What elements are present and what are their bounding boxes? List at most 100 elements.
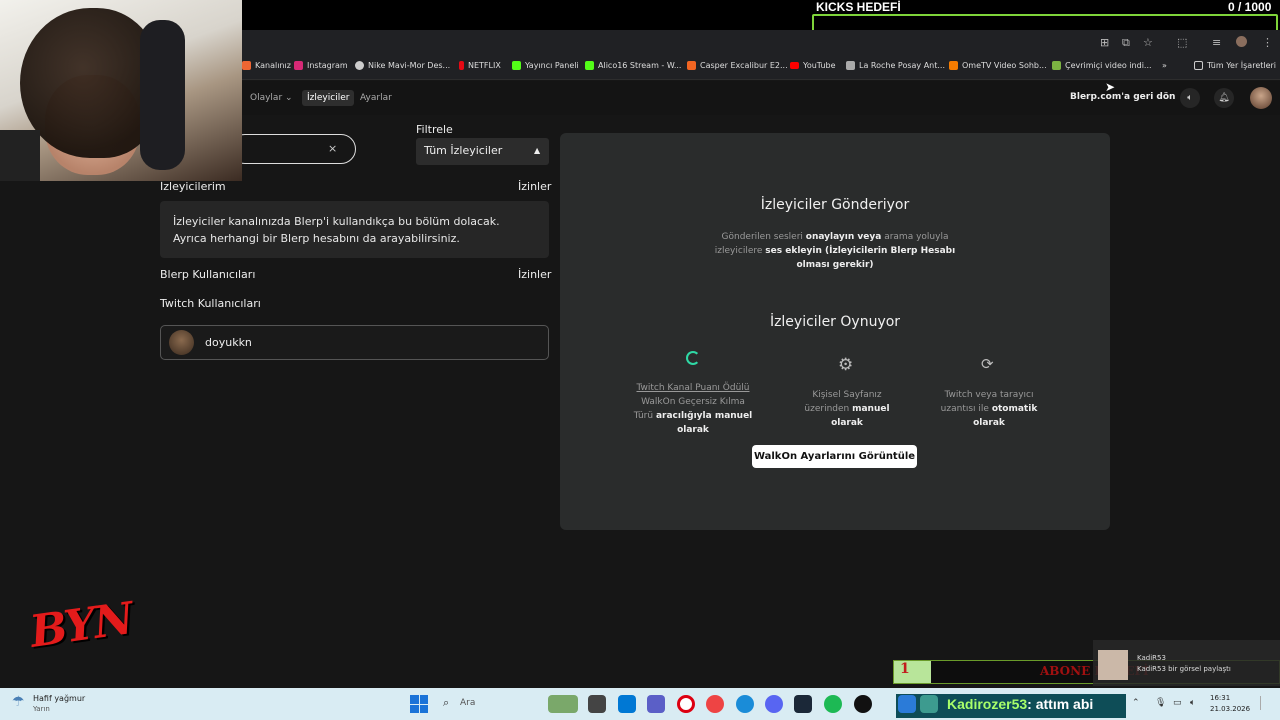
tab-olaylar[interactable]: Olaylar ⌄ xyxy=(245,90,298,106)
bookmark-casper[interactable]: Casper Excalibur E2... xyxy=(687,61,788,70)
bookmark-youtube[interactable]: YouTube xyxy=(790,61,836,70)
hb-icon xyxy=(687,61,696,70)
weather-subtitle: Yarın xyxy=(33,705,50,713)
globe-icon xyxy=(355,61,364,70)
discord-icon[interactable] xyxy=(765,695,783,713)
sending-description: Gönderilen sesleri onaylayın veya arama … xyxy=(714,232,956,270)
heading-viewers-sending: İzleyiciler Gönderiyor xyxy=(760,197,910,213)
avatar[interactable] xyxy=(1250,87,1272,109)
bookmarks-overflow[interactable]: » xyxy=(1162,61,1167,70)
tab-izleyiciler[interactable]: İzleyiciler xyxy=(302,90,355,106)
permissions-link[interactable]: İzinler xyxy=(518,180,551,193)
bell-icon[interactable]: 🔔︎ xyxy=(1214,88,1234,108)
bookmark-label: Alico16 Stream - W... xyxy=(598,61,682,70)
clock-date[interactable]: 21.03.2026 xyxy=(1210,705,1250,713)
notification-message: KadiR53 bir görsel paylaştı xyxy=(1137,665,1231,673)
bookmark-kanaliniz[interactable]: Kanalınız xyxy=(242,61,291,70)
clock-time[interactable]: 16:31 xyxy=(1210,694,1230,702)
search-highlight-icon xyxy=(548,695,578,713)
opera-icon[interactable] xyxy=(677,695,695,713)
cross-icon xyxy=(846,61,855,70)
close-icon[interactable]: × xyxy=(328,142,337,155)
tab-ayarlar[interactable]: Ayarlar xyxy=(355,90,397,106)
outlook-icon[interactable] xyxy=(618,695,636,713)
kicks-goal-count: 0 / 1000 xyxy=(1228,0,1272,14)
chat-user: Kadirozer53 xyxy=(947,696,1028,712)
bookmark-label: NETFLIX xyxy=(468,61,501,70)
bookmark-yayinci-paneli[interactable]: Yayıncı Paneli xyxy=(512,61,579,70)
back-to-blerp-link[interactable]: Blerp.com'a geri dön xyxy=(1070,92,1175,102)
profile-icon[interactable] xyxy=(1236,36,1247,47)
bookmark-instagram[interactable]: Instagram xyxy=(294,61,348,70)
bookmark-laroche[interactable]: La Roche Posay Ant... xyxy=(846,61,945,70)
view-walkon-settings-button[interactable]: WalkOn Ayarlarını Görüntüle xyxy=(752,445,917,468)
task-view-icon[interactable] xyxy=(588,695,606,713)
volume-icon[interactable]: 🔈︎ xyxy=(1190,698,1195,708)
headset-icon xyxy=(140,20,185,170)
rain-icon[interactable]: ☂ xyxy=(12,694,25,710)
media-icon[interactable]: ≡ xyxy=(1212,36,1221,49)
extensions-icon[interactable]: ⬚ xyxy=(1177,36,1187,49)
steam-icon[interactable] xyxy=(794,695,812,713)
gear-icon: ⚙ xyxy=(838,355,854,375)
bookmark-ometv[interactable]: OmeTV Video Sohb... xyxy=(949,61,1047,70)
info-panel xyxy=(560,133,1110,530)
edge-icon[interactable] xyxy=(736,695,754,713)
filter-label: Filtrele xyxy=(416,123,453,136)
taskbar-search[interactable]: Ara xyxy=(460,698,475,708)
mic-icon[interactable]: 🎙︎ xyxy=(1155,698,1166,708)
abone-goal-count: 1 xyxy=(894,661,931,683)
show-desktop-button[interactable] xyxy=(1260,696,1270,710)
volume-icon[interactable]: 🔈︎ xyxy=(1180,88,1200,108)
chevron-up-icon[interactable]: ⌃ xyxy=(1132,698,1140,708)
kick-icon xyxy=(512,61,521,70)
bookmark-nike[interactable]: Nike Mavi-Mor Des... xyxy=(355,61,450,70)
teams-icon[interactable] xyxy=(647,695,665,713)
permissions-link-2[interactable]: İzinler xyxy=(518,268,551,281)
download-icon xyxy=(1052,61,1061,70)
star-icon[interactable]: ☆ xyxy=(1143,36,1153,49)
network-icon[interactable]: ▭ xyxy=(1173,698,1182,708)
bookmark-all[interactable]: Tüm Yer İşaretleri xyxy=(1194,61,1276,70)
bookmark-label: Kanalınız xyxy=(255,61,291,70)
folder-icon xyxy=(1194,61,1203,70)
chat-text: : attım abi xyxy=(1027,696,1094,712)
bookmark-label: Casper Excalibur E2... xyxy=(700,61,788,70)
menu-icon[interactable]: ⋮ xyxy=(1262,36,1273,49)
spotify-icon[interactable] xyxy=(824,695,842,713)
weather-title[interactable]: Hafif yağmur xyxy=(33,694,85,703)
user-name: doyukkn xyxy=(205,336,252,349)
bookmark-label: Nike Mavi-Mor Des... xyxy=(368,61,451,70)
cast-icon[interactable]: ⧉ xyxy=(1122,36,1130,50)
bookmark-label: OmeTV Video Sohb... xyxy=(962,61,1047,70)
instagram-icon xyxy=(294,61,303,70)
youtube-icon xyxy=(790,62,799,69)
translate-icon[interactable]: ⊞ xyxy=(1100,36,1109,49)
bookmark-label: Çevrimiçi video indi... xyxy=(1065,61,1152,70)
bookmark-netflix[interactable]: NETFLIX xyxy=(459,61,501,70)
byn-logo: BYN xyxy=(26,593,136,658)
app-icon[interactable] xyxy=(898,695,916,713)
bookmark-icon xyxy=(242,61,251,70)
sync-icon: ⟳ xyxy=(981,355,994,373)
bookmark-video-indir[interactable]: Çevrimiçi video indi... xyxy=(1052,61,1152,70)
webcam-chair xyxy=(0,130,40,181)
overflow-chevron-icon: » xyxy=(1162,61,1167,70)
info-box: İzleyiciler kanalınızda Blerp'i kullandı… xyxy=(160,201,549,258)
windows-start-icon[interactable] xyxy=(410,695,428,713)
walkon-method-2: Kişisel Sayfanız üzerinden manuel olarak xyxy=(804,390,890,428)
app-icon[interactable] xyxy=(920,695,938,713)
search-icon[interactable]: ⌕ xyxy=(443,696,449,710)
chrome-icon[interactable] xyxy=(706,695,724,713)
avatar xyxy=(1098,650,1128,680)
app-icon[interactable] xyxy=(854,695,872,713)
bookmark-alico16[interactable]: Alico16 Stream - W... xyxy=(585,61,681,70)
mouse-cursor-icon: ➤ xyxy=(1105,80,1116,94)
loading-icon xyxy=(686,351,700,365)
bookmark-label: Tüm Yer İşaretleri xyxy=(1207,61,1277,70)
filter-select[interactable]: Tüm İzleyiciler xyxy=(416,138,549,165)
avatar xyxy=(169,330,194,355)
bookmark-label: La Roche Posay Ant... xyxy=(859,61,946,70)
my-viewers-heading: İzleyicilerim xyxy=(160,180,226,193)
webcam-hair xyxy=(20,8,160,158)
